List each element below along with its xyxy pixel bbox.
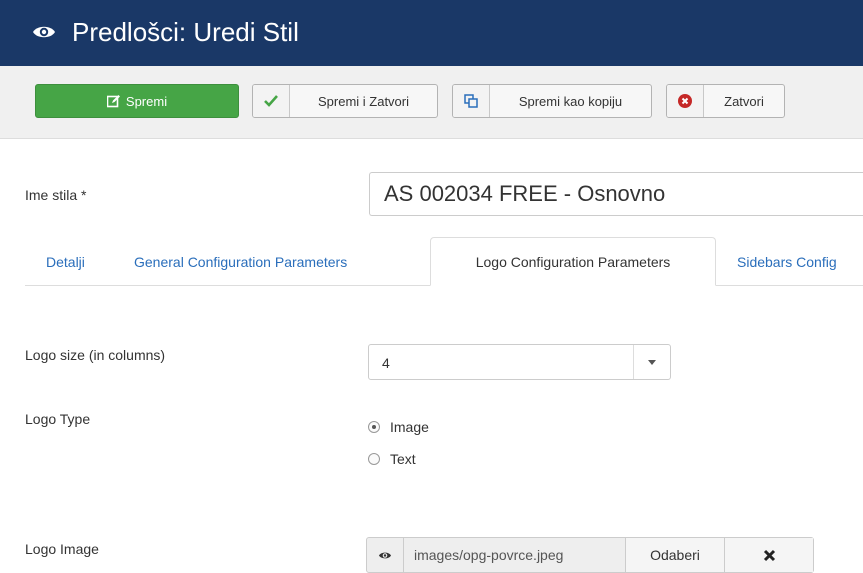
save-close-label: Spremi i Zatvori	[317, 93, 410, 109]
radio-button[interactable]	[368, 453, 380, 465]
logo-type-image-option[interactable]: Image	[368, 419, 429, 435]
tab-logo-config[interactable]: Logo Configuration Parameters	[430, 237, 716, 286]
page-header: Predlošci: Uredi Stil	[0, 0, 863, 66]
close-button[interactable]: Zatvori	[666, 84, 785, 118]
close-label: Zatvori	[724, 93, 764, 109]
check-icon	[253, 85, 290, 117]
eye-icon	[33, 26, 55, 38]
save-close-button[interactable]: Spremi i Zatvori	[252, 84, 438, 118]
chevron-down-icon	[633, 345, 670, 379]
tab-sidebars-config[interactable]: Sidebars Config	[737, 237, 837, 286]
logo-size-label: Logo size (in columns)	[25, 347, 166, 363]
logo-type-text-label: Text	[390, 451, 416, 467]
close-circle-icon	[667, 85, 704, 117]
logo-image-field: images/opg-povrce.jpeg Odaberi	[366, 537, 814, 573]
save-button-label: Spremi	[125, 93, 168, 109]
select-image-button[interactable]: Odaberi	[626, 538, 725, 572]
logo-type-label: Logo Type	[25, 411, 91, 427]
copy-icon	[453, 85, 490, 117]
preview-eye-icon[interactable]	[367, 538, 404, 572]
save-button[interactable]: Spremi	[35, 84, 239, 118]
page-title: Predlošci: Uredi Stil	[72, 17, 299, 47]
logo-image-path: images/opg-povrce.jpeg	[404, 538, 626, 572]
logo-size-value: 4	[382, 355, 390, 371]
radio-button-checked[interactable]	[368, 421, 380, 433]
style-name-label: Ime stila *	[25, 187, 87, 203]
close-icon[interactable]	[725, 538, 813, 572]
logo-image-label: Logo Image	[25, 541, 99, 557]
logo-size-select[interactable]: 4	[368, 344, 671, 380]
logo-type-image-label: Image	[390, 419, 429, 435]
style-name-input[interactable]	[369, 172, 863, 216]
logo-type-text-option[interactable]: Text	[368, 451, 416, 467]
tab-general-config[interactable]: General Configuration Parameters	[134, 237, 347, 286]
tab-details[interactable]: Detalji	[46, 237, 85, 286]
edit-icon	[106, 94, 120, 108]
save-copy-button[interactable]: Spremi kao kopiju	[452, 84, 652, 118]
save-copy-label: Spremi kao kopiju	[518, 93, 623, 109]
